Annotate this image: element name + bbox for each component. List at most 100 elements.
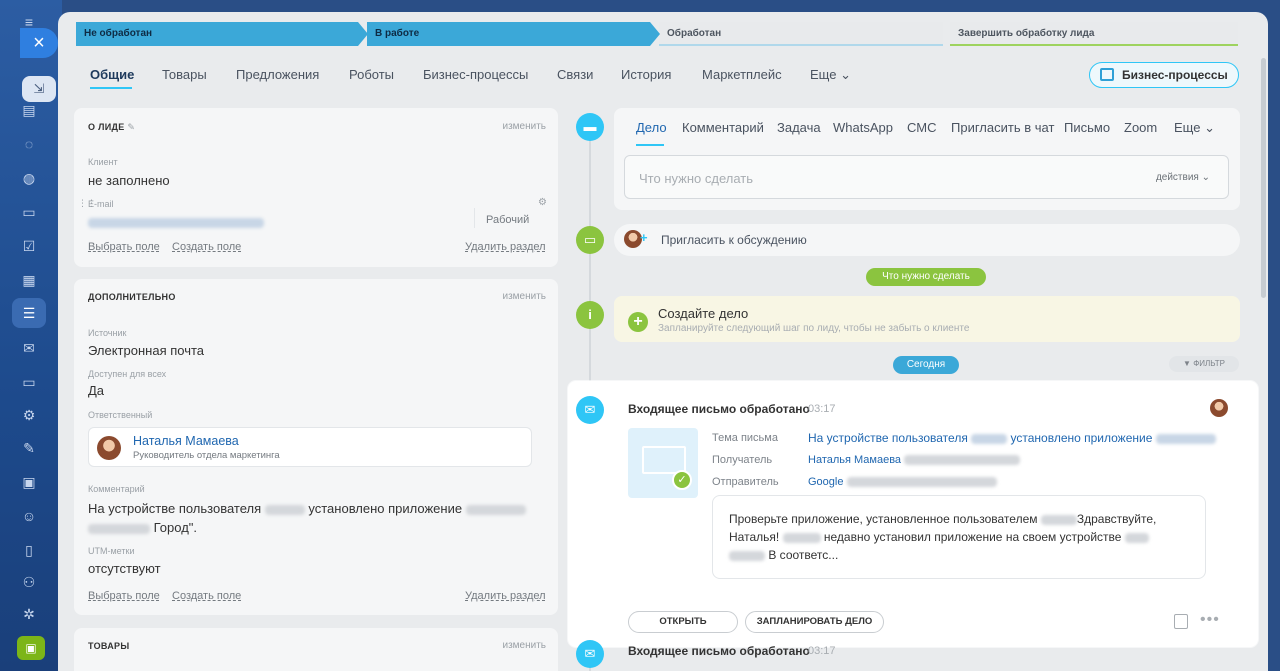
blurred-text (904, 455, 1021, 466)
checkbox-icon[interactable]: ☑ (19, 236, 39, 256)
sender-value[interactable]: Google (808, 476, 997, 488)
document-icon[interactable]: ▭ (19, 202, 39, 222)
todo-input-placeholder: Что нужно сделать (639, 171, 753, 186)
avatar[interactable] (97, 436, 121, 460)
tasks-icon[interactable]: ▤ (19, 100, 39, 120)
responsible-name[interactable]: Наталья Мамаева (133, 434, 239, 448)
delete-section-link[interactable]: Удалить раздел (465, 590, 546, 602)
envelope-icon: ✓ (628, 428, 698, 498)
pencil-icon[interactable]: ✎ (19, 438, 39, 458)
edit-section-link[interactable]: изменить (502, 121, 546, 132)
business-process-icon (1100, 68, 1114, 81)
composer-tab-email[interactable]: Письмо (1064, 120, 1110, 135)
email-card-time: 03:17 (808, 403, 836, 415)
composer-tab-todo[interactable]: Задача (777, 120, 821, 135)
invite-to-discussion[interactable]: + Пригласить к обсуждению (614, 224, 1240, 256)
avatar[interactable] (1210, 399, 1228, 417)
stage-arrow (358, 22, 368, 46)
composer-tab-whatsapp[interactable]: WhatsApp (833, 120, 893, 135)
select-field-link[interactable]: Выбрать поле (88, 241, 160, 253)
calendar-icon[interactable]: ▦ (19, 270, 39, 290)
composer-tab-more-label: Еще (1174, 120, 1201, 135)
open-button[interactable]: ОТКРЫТЬ (628, 611, 738, 633)
check-icon: ✓ (672, 470, 692, 490)
settings-icon[interactable]: ⚙ (538, 197, 547, 208)
robot-icon[interactable]: ⚇ (19, 572, 39, 592)
users-icon[interactable]: ☺ (19, 506, 39, 526)
blurred-text (88, 217, 264, 228)
composer-tab-task[interactable]: Дело (636, 120, 667, 135)
todo-input[interactable]: Что нужно сделать действия ⌄ (624, 155, 1229, 199)
products-panel: ТОВАРЫ изменить (74, 628, 558, 671)
create-task-hint: Запланируйте следующий шаг по лиду, чтоб… (658, 323, 970, 334)
stage-in-progress[interactable]: В работе (367, 22, 660, 46)
cards-icon[interactable]: ▭ (19, 372, 39, 392)
blurred-text (1124, 532, 1149, 543)
create-field-link[interactable]: Создать поле (172, 241, 241, 253)
comment-label: Комментарий (88, 484, 145, 494)
stage-finish[interactable]: Завершить обработку лида (950, 22, 1238, 46)
settings-cog-icon[interactable]: ⚙ (19, 405, 39, 425)
left-sidebar: ≡ × ⇲ ▤ ◌ ◍ ▭ ☑ ▦ ☰ ✉ ▭ ⚙ ✎ ▣ ☺ ▯ ⚇ ✲ ▣ (0, 0, 62, 671)
tab-links[interactable]: Связи (557, 67, 593, 82)
business-processes-button-label: Бизнес-процессы (1122, 68, 1228, 82)
composer-tab-zoom[interactable]: Zoom (1124, 120, 1157, 135)
filter-icon[interactable]: ☰ (19, 303, 39, 323)
business-processes-button[interactable]: Бизнес-процессы (1089, 62, 1239, 88)
tab-general[interactable]: Общие (90, 67, 134, 82)
actions-dropdown[interactable]: действия ⌄ (1156, 172, 1210, 183)
more-icon[interactable]: ••• (1200, 611, 1220, 629)
responsible-card[interactable]: Наталья Мамаева Руководитель отдела марк… (88, 427, 532, 467)
tab-marketplace[interactable]: Маркетплейс (702, 67, 782, 82)
subject-value[interactable]: На устройстве пользователя установлено п… (808, 431, 1216, 445)
select-field-link[interactable]: Выбрать поле (88, 590, 160, 602)
tab-robots[interactable]: Роботы (349, 67, 394, 82)
close-slider-button[interactable]: × (20, 28, 58, 58)
email-value-blurred[interactable] (88, 214, 264, 232)
edit-section-link[interactable]: изменить (502, 640, 546, 651)
create-field-link[interactable]: Создать поле (172, 590, 241, 602)
plus-icon[interactable]: + (628, 312, 648, 332)
edit-section-link[interactable]: изменить (502, 291, 546, 302)
tab-more[interactable]: Еще ⌄ (810, 67, 851, 83)
composer-tab-more[interactable]: Еще ⌄ (1174, 120, 1215, 136)
tab-products[interactable]: Товары (162, 67, 207, 82)
plus-icon: + (640, 230, 648, 245)
stage-not-processed[interactable]: Не обработан (76, 22, 368, 46)
note-icon[interactable] (1174, 614, 1188, 629)
composer-tab-comment[interactable]: Комментарий (682, 120, 764, 135)
blurred-text (264, 504, 305, 515)
create-task-block[interactable]: + Создайте дело Запланируйте следующий ш… (614, 296, 1240, 342)
file-icon[interactable]: ▯ (19, 540, 39, 560)
tab-business-processes[interactable]: Бизнес-процессы (423, 67, 528, 82)
globe-icon[interactable]: ◍ (19, 168, 39, 188)
screen-icon[interactable]: ▣ (19, 472, 39, 492)
email-body-preview[interactable]: Проверьте приложение, установленное поль… (712, 495, 1206, 579)
panel-title: ТОВАРЫ (88, 641, 130, 651)
client-value: не заполнено (88, 173, 170, 188)
create-task-title: Создайте дело (658, 306, 749, 321)
filter-label: ФИЛЬТР (1193, 359, 1225, 368)
composer-tab-invite-chat[interactable]: Пригласить в чат (951, 120, 1054, 135)
delete-section-link[interactable]: Удалить раздел (465, 241, 546, 253)
plan-task-button[interactable]: ЗАПЛАНИРОВАТЬ ДЕЛО (745, 611, 884, 633)
divider (474, 208, 475, 228)
mail-icon[interactable]: ✉ (19, 338, 39, 358)
gear-icon[interactable]: ✲ (19, 604, 39, 624)
chat-icon[interactable]: ◌ (19, 134, 39, 154)
stage-processed[interactable]: Обработан (659, 22, 943, 46)
pin-icon[interactable]: ⇲ (22, 76, 56, 102)
tab-history[interactable]: История (621, 67, 671, 82)
composer-tab-sms[interactable]: СМС (907, 120, 936, 135)
scrollbar[interactable] (1261, 58, 1266, 298)
utm-label: UTM-метки (88, 546, 135, 556)
next-email-card-title: Входящее письмо обработано (628, 644, 810, 658)
recipient-value[interactable]: Наталья Мамаева (808, 454, 1021, 466)
blurred-text (971, 433, 1008, 444)
stage-label: В работе (375, 28, 420, 39)
source-value: Электронная почта (88, 343, 205, 358)
market-icon[interactable]: ▣ (17, 636, 45, 660)
filter-button[interactable]: ▼ ФИЛЬТР (1169, 356, 1239, 372)
pencil-icon[interactable]: ✎ (127, 122, 135, 132)
tab-offers[interactable]: Предложения (236, 67, 319, 82)
